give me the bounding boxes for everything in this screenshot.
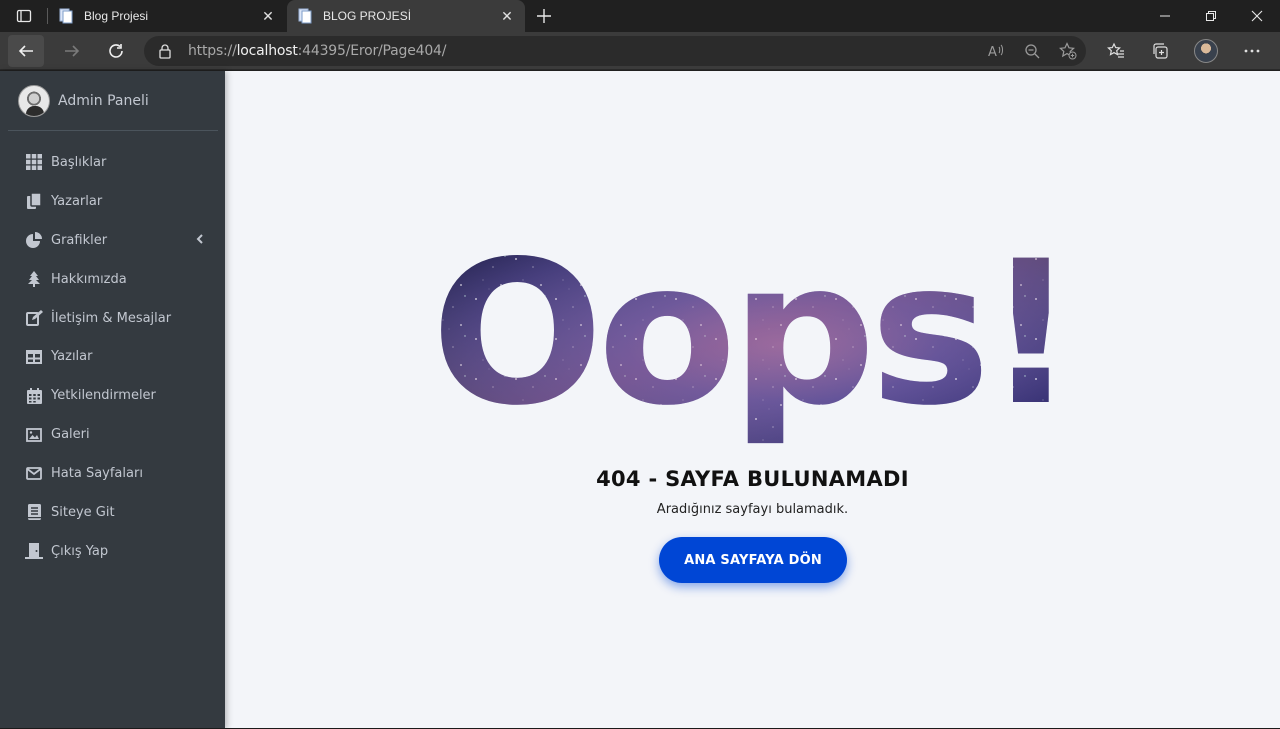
url-host: localhost	[236, 43, 298, 59]
page-viewport: Admin Paneli Başlıklar Yazarlar Grafikle…	[0, 71, 1280, 729]
oops-headline-glow: Oops!	[431, 252, 1071, 449]
sidebar-item-label: Siteye Git	[51, 504, 115, 520]
tab-actions-icon[interactable]	[0, 0, 48, 32]
page-favicon-icon	[58, 8, 74, 24]
address-bar[interactable]: https://localhost:44395/Eror/Page404/ A	[144, 36, 1086, 66]
sidebar-item-galeri[interactable]: Galeri	[8, 415, 218, 454]
new-tab-icon[interactable]	[530, 4, 558, 28]
browser-toolbar: https://localhost:44395/Eror/Page404/ A	[0, 32, 1280, 70]
close-icon[interactable]: ✕	[495, 4, 519, 28]
user-panel[interactable]: Admin Paneli	[8, 71, 218, 131]
back-icon[interactable]	[8, 35, 44, 67]
sidebar-item-label: Yazılar	[51, 349, 93, 365]
envelope-icon	[24, 465, 44, 483]
sidebar-item-hata-sayfalari[interactable]: Hata Sayfaları	[8, 454, 218, 493]
sidebar-item-yetkilendirmeler[interactable]: Yetkilendirmeler	[8, 376, 218, 415]
chevron-left-icon[interactable]	[196, 233, 204, 248]
tab-title: BLOG PROJESİ	[323, 9, 412, 23]
sidebar-nav: Başlıklar Yazarlar Grafikler Hakkımızda …	[8, 143, 218, 571]
sidebar-item-label: Galeri	[51, 427, 90, 443]
book-icon	[24, 503, 44, 521]
sidebar-item-label: Hata Sayfaları	[51, 466, 143, 482]
page-favicon-icon	[297, 8, 313, 24]
sidebar-item-iletisim[interactable]: İletişim & Mesajlar	[8, 299, 218, 338]
sidebar-item-yazarlar[interactable]: Yazarlar	[8, 182, 218, 221]
url-path: :44395/Eror/Page404/	[297, 43, 447, 59]
more-icon[interactable]	[1234, 35, 1270, 67]
sidebar-item-label: Çıkış Yap	[51, 543, 109, 559]
sidebar-item-label: Başlıklar	[51, 154, 107, 170]
sidebar-item-label: İletişim & Mesajlar	[51, 310, 172, 326]
user-avatar	[18, 84, 50, 117]
url-scheme: https://	[188, 43, 237, 59]
browser-tab-1[interactable]: Blog Projesi ✕	[48, 0, 286, 32]
edit-icon	[24, 309, 44, 327]
image-icon	[24, 426, 44, 444]
browser-titlebar: Blog Projesi ✕ BLOG PROJESİ ✕	[0, 0, 1280, 32]
calendar-icon	[24, 387, 44, 405]
restore-icon[interactable]	[1188, 0, 1234, 32]
sidebar-item-cikis-yap[interactable]: Çıkış Yap	[8, 532, 218, 571]
error-subtitle: Aradığınız sayfayı bulamadık.	[656, 502, 849, 517]
tab-title: Blog Projesi	[84, 9, 149, 23]
sidebar-item-yazilar[interactable]: Yazılar	[8, 337, 218, 376]
error-title: 404 - SAYFA BULUNAMADI	[596, 467, 909, 491]
sidebar-item-label: Hakkımızda	[51, 271, 127, 287]
error-content: Oops! Oops! Oops! 404 - SAYFA BULUNAMADI…	[225, 71, 1280, 729]
profile-avatar-image	[1194, 39, 1218, 63]
read-aloud-icon[interactable]: A	[986, 42, 1006, 60]
user-name[interactable]: Admin Paneli	[58, 93, 149, 109]
browser-tab-2[interactable]: BLOG PROJESİ ✕	[287, 0, 525, 32]
collections-icon[interactable]	[1142, 35, 1178, 67]
oops-headline: Oops! Oops! Oops!	[431, 252, 1071, 449]
table-icon	[24, 348, 44, 366]
add-favorite-icon[interactable]	[1058, 42, 1078, 60]
sidebar-item-label: Yazarlar	[51, 193, 103, 209]
reload-icon[interactable]	[98, 35, 134, 67]
favorites-icon[interactable]	[1098, 35, 1134, 67]
sidebar-item-grafikler[interactable]: Grafikler	[8, 221, 218, 260]
back-to-home-button[interactable]: ANA SAYFAYA DÖN	[659, 537, 847, 583]
svg-text:A: A	[988, 45, 997, 59]
sidebar-item-label: Grafikler	[51, 232, 108, 248]
door-icon	[24, 542, 44, 560]
zoom-out-icon[interactable]	[1022, 42, 1042, 60]
tree-icon	[24, 270, 44, 288]
sidebar-item-basliklar[interactable]: Başlıklar	[8, 143, 218, 182]
lock-icon[interactable]	[158, 43, 172, 64]
minimize-icon[interactable]	[1142, 0, 1188, 32]
admin-sidebar: Admin Paneli Başlıklar Yazarlar Grafikle…	[0, 71, 225, 729]
sidebar-item-label: Yetkilendirmeler	[51, 388, 156, 404]
close-icon[interactable]: ✕	[256, 4, 280, 28]
forward-icon[interactable]	[54, 35, 90, 67]
copy-icon	[24, 192, 44, 210]
sidebar-item-hakkimizda[interactable]: Hakkımızda	[8, 260, 218, 299]
profile-avatar[interactable]	[1188, 35, 1224, 67]
sidebar-item-siteye-git[interactable]: Siteye Git	[8, 493, 218, 532]
grid-icon	[24, 153, 44, 171]
window-close-icon[interactable]	[1234, 0, 1280, 32]
pie-chart-icon	[24, 231, 44, 249]
url-text[interactable]: https://localhost:44395/Eror/Page404/	[188, 43, 446, 59]
